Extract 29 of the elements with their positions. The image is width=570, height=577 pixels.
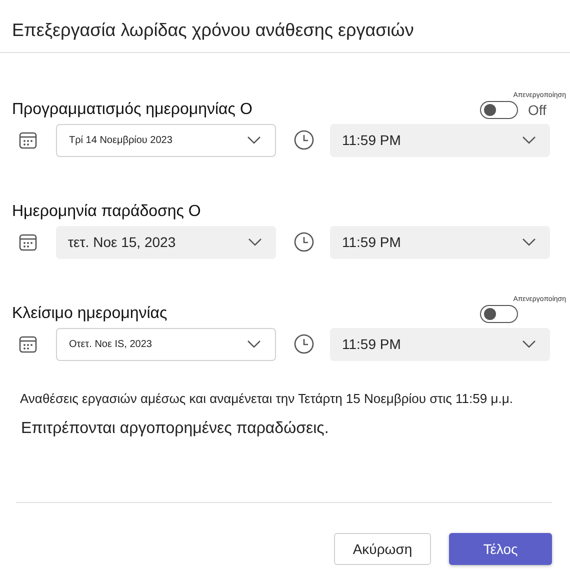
- chevron-down-icon: [248, 238, 262, 246]
- clock-icon: [294, 130, 314, 150]
- cancel-button[interactable]: Ακύρωση: [334, 533, 431, 565]
- field-label: Κλείσιμο ημερομηνίας: [12, 305, 168, 323]
- info-text: Επιτρέπονται αργοπορημένες παραδώσεις.: [20, 420, 330, 438]
- date-dropdown[interactable]: τετ. Νοε 15, 2023: [56, 226, 276, 258]
- toggle-switch[interactable]: [480, 101, 518, 119]
- clock-icon: [294, 334, 314, 354]
- dialog-title: Επεξεργασία λωρίδας χρόνου ανάθεσης εργασιών: [12, 19, 415, 40]
- date-dropdown[interactable]: Οτετ. Νοε IS, 2023: [56, 328, 276, 360]
- calendar-icon: [19, 335, 37, 353]
- chevron-down-icon: [522, 136, 536, 144]
- chevron-down-icon: [522, 238, 536, 246]
- time-dropdown[interactable]: 11:59 PM: [330, 328, 550, 360]
- clock-icon: [294, 232, 314, 252]
- chevron-down-icon: [247, 340, 261, 348]
- time-dropdown[interactable]: 11:59 PM: [330, 226, 550, 258]
- field-label: Προγραμματισμός ημερομηνίας Ο: [12, 101, 252, 119]
- toggle-state: Off: [528, 102, 546, 118]
- toggle-switch[interactable]: [480, 305, 518, 323]
- field-label: Ημερομηνία παράδοσης Ο: [12, 203, 201, 221]
- info-text: Αναθέσεις εργασιών αμέσως και αναμένεται την Τετάρτη 15 Νοεμβρίου στις 11:59 μ.μ.: [19, 391, 514, 406]
- chevron-down-icon: [247, 136, 261, 144]
- time-dropdown[interactable]: 11:59 PM: [330, 124, 550, 156]
- done-button[interactable]: Τέλος: [449, 533, 552, 565]
- date-dropdown[interactable]: Τρί 14 Νοεμβρίου 2023: [56, 124, 276, 156]
- chevron-down-icon: [522, 340, 536, 348]
- calendar-icon: [19, 131, 37, 149]
- calendar-icon: [19, 233, 37, 251]
